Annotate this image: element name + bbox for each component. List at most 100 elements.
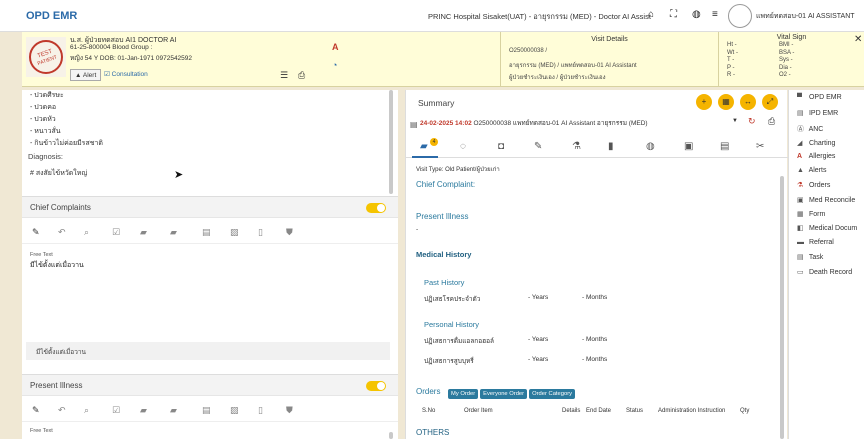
- expand-icon[interactable]: ↔: [740, 94, 756, 110]
- globe-icon[interactable]: ◍: [692, 9, 701, 20]
- undo-icon[interactable]: ↶: [58, 405, 66, 416]
- template-icon[interactable]: ▤: [202, 227, 211, 238]
- visit-type: Visit Type: Old Patient/ผู้ป่วยเก่า: [416, 167, 500, 173]
- tab-notes[interactable]: ▰: [420, 141, 428, 152]
- checkbox-icon[interactable]: ☑: [112, 405, 120, 416]
- tab-scissors[interactable]: ✂: [756, 141, 764, 152]
- clock-icon[interactable]: ◔: [332, 60, 337, 70]
- refresh-icon[interactable]: ↻: [748, 116, 756, 127]
- left-scrollbar[interactable]: [389, 90, 393, 194]
- tab-globe[interactable]: ◍: [646, 141, 655, 152]
- diagnosis-value: # สงสัยไข้หวัดใหญ่: [30, 170, 88, 177]
- menu-item-medical-document[interactable]: ◧ Medical Docum: [797, 224, 857, 232]
- user-name[interactable]: แพทย์ทดสอบ-01 AI ASSISTANT: [756, 11, 855, 22]
- active-tab-indicator: [412, 156, 438, 158]
- col-sno: S.No: [422, 408, 436, 414]
- left-scrollbar-lower[interactable]: [389, 432, 393, 439]
- alert-icon: ▲: [797, 167, 804, 174]
- past-history-heading: Past History: [424, 278, 465, 287]
- consultation-checkbox[interactable]: ☑ Consultation: [104, 70, 148, 78]
- medical-doc-icon: ◧: [797, 225, 804, 232]
- menu-item-form[interactable]: ▦ Form: [797, 210, 825, 218]
- menu-item-allergies[interactable]: A Allergies: [797, 153, 835, 160]
- app-title: OPD EMR: [26, 9, 78, 22]
- right-menu: ▀ OPD EMR ▤ IPD EMR Ⓐ ANC ◢ Charting A A…: [788, 90, 864, 439]
- shield-icon[interactable]: ⛊: [286, 227, 293, 238]
- personal-history-years: - Years: [528, 336, 549, 343]
- chief-complaints-toggle[interactable]: [366, 203, 386, 213]
- menu-item-med-reconcile[interactable]: ▣ Med Reconcile: [797, 196, 855, 204]
- list-icon[interactable]: ☰: [280, 70, 288, 81]
- menu-item-ipd-emr[interactable]: ▤ IPD EMR: [797, 109, 838, 117]
- home-icon[interactable]: ⌂: [648, 9, 654, 20]
- tab-drug[interactable]: ⚗: [572, 141, 581, 152]
- menu-item-opd-emr[interactable]: ▀ OPD EMR: [797, 94, 842, 101]
- menu-item-orders[interactable]: ⚗ Orders: [797, 181, 830, 189]
- pen-icon[interactable]: ✎: [32, 405, 40, 416]
- comment-icon[interactable]: ▰: [140, 227, 147, 238]
- summary-scrollbar[interactable]: [780, 176, 784, 439]
- personal-history-label: ปฏิเสธการดื่มแอลกอฮอล์: [424, 338, 494, 345]
- shield-icon[interactable]: ⛊: [286, 405, 293, 416]
- comment-heart-icon[interactable]: ▰: [170, 405, 177, 416]
- symptom-item: - กินข้าวไม่ค่อยมีรสชาติ: [30, 140, 103, 147]
- document-icon[interactable]: ▯: [258, 227, 263, 238]
- menu-icon[interactable]: ≡: [712, 9, 718, 20]
- alert-button[interactable]: ▲ Alert: [70, 69, 102, 81]
- order-category-pill[interactable]: Order Category: [529, 389, 576, 399]
- image-icon[interactable]: ▨: [230, 405, 239, 416]
- resize-icon[interactable]: ⤢: [762, 94, 778, 110]
- personal-history-months: - Months: [582, 356, 608, 363]
- comment-heart-icon[interactable]: ▰: [170, 227, 177, 238]
- tab-pen[interactable]: ✎: [534, 141, 542, 152]
- template-icon[interactable]: ▤: [202, 405, 211, 416]
- patient-banner: TEST PATIENT น.ส. ผู้ป่วยทดสอบ AI1 DOCTO…: [22, 32, 864, 87]
- summary-title: Summary: [418, 98, 455, 108]
- search-icon[interactable]: ⌕: [84, 405, 89, 416]
- past-history-months: - Months: [582, 294, 608, 301]
- menu-item-referral[interactable]: ▬ Referral: [797, 239, 834, 246]
- calendar-icon[interactable]: ▦: [718, 94, 734, 110]
- present-illness-toggle[interactable]: [366, 381, 386, 391]
- menu-item-death-record[interactable]: ▭ Death Record: [797, 268, 852, 276]
- form-icon: ▦: [797, 211, 804, 218]
- tab-doc[interactable]: ▤: [720, 141, 729, 152]
- tab-lab[interactable]: ▮: [608, 141, 614, 152]
- pen-icon[interactable]: ✎: [32, 227, 40, 238]
- my-order-pill[interactable]: My Order: [448, 389, 479, 399]
- episode-selector[interactable]: 24-02-2025 14:02 O250000038 แพทย์ทดสอบ-0…: [420, 118, 648, 128]
- checkbox-icon[interactable]: ☑: [112, 227, 120, 238]
- medical-history-heading: Medical History: [416, 250, 472, 259]
- tab-image[interactable]: ▣: [684, 141, 693, 152]
- present-illness-heading: Present Illness: [416, 212, 469, 221]
- menu-item-task[interactable]: ▤ Task: [797, 253, 823, 261]
- document-icon[interactable]: ▯: [258, 405, 263, 416]
- close-icon[interactable]: ✕: [854, 34, 862, 45]
- fullscreen-icon[interactable]: ⛶: [670, 9, 677, 20]
- cc-free-text[interactable]: มีไข้ตั้งแต่เมื่อวาน: [30, 260, 84, 271]
- tab-history[interactable]: ◌: [460, 141, 466, 152]
- menu-item-charting[interactable]: ◢ Charting: [797, 139, 835, 147]
- summary-panel: Summary + ▦ ↔ ⤢ ▤ 24-02-2025 14:02 O2500…: [405, 90, 788, 439]
- ipd-emr-icon: ▤: [797, 110, 804, 117]
- allergy-a-icon[interactable]: A: [332, 42, 339, 52]
- patient-photo: TEST PATIENT: [26, 37, 66, 77]
- undo-icon[interactable]: ↶: [58, 227, 66, 238]
- menu-item-alerts[interactable]: ▲ Alerts: [797, 167, 826, 174]
- menu-item-anc[interactable]: Ⓐ ANC: [797, 124, 823, 134]
- search-icon[interactable]: ⌕: [84, 227, 89, 238]
- personal-history-label: ปฏิเสธการสูบบุหรี่: [424, 358, 474, 365]
- print-icon[interactable]: ⎙: [768, 116, 775, 127]
- user-avatar[interactable]: [728, 4, 752, 28]
- add-icon[interactable]: +: [696, 94, 712, 110]
- symptom-item: - หนาวสั่น: [30, 128, 61, 135]
- print-icon[interactable]: ⎙: [298, 70, 305, 81]
- everyone-order-pill[interactable]: Everyone Order: [480, 389, 528, 399]
- dropdown-chevron-icon[interactable]: ▼: [732, 118, 738, 124]
- comment-icon[interactable]: ▰: [140, 405, 147, 416]
- image-icon[interactable]: ▨: [230, 227, 239, 238]
- charting-icon: ◢: [797, 140, 803, 147]
- diagnosis-label: Diagnosis:: [28, 152, 64, 161]
- symptom-item: - ปวดหัว: [30, 116, 56, 123]
- tab-camera[interactable]: ◘: [498, 141, 504, 152]
